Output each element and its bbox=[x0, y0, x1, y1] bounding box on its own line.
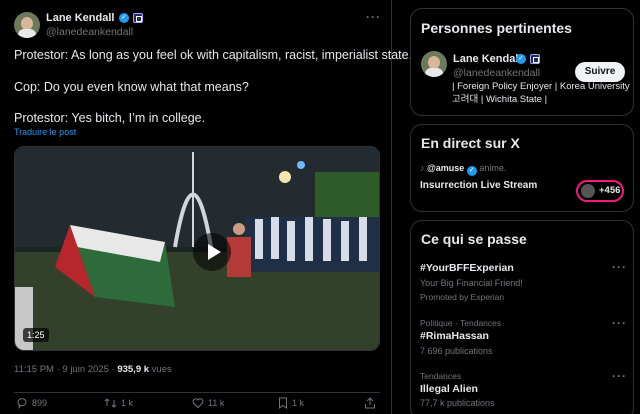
author-handle[interactable]: @lanedeankendall bbox=[46, 26, 133, 38]
verified-badge-icon: ✓ bbox=[119, 13, 129, 23]
post-column: Lane Kendall ✓ @lanedeankendall ··· Prot… bbox=[0, 0, 412, 414]
live-host[interactable]: ♪ @amuse ✓ anime. bbox=[420, 163, 507, 176]
trend-context: Politique · Tendances bbox=[420, 318, 502, 328]
post-meta: 11:15 PM · 9 juin 2025 · 935,9 k vues bbox=[14, 364, 172, 375]
verified-badge-icon: ✓ bbox=[516, 54, 526, 64]
share-icon bbox=[365, 397, 375, 409]
reply-count: 899 bbox=[32, 398, 48, 408]
bookmark-button[interactable]: 1 k bbox=[278, 397, 304, 409]
post-text-line-3: Protestor: Yes bitch, I’m in college. bbox=[14, 111, 206, 125]
relevant-avatar[interactable] bbox=[421, 51, 447, 77]
heart-icon bbox=[192, 398, 204, 409]
author-name[interactable]: Lane Kendall bbox=[46, 12, 114, 24]
relevant-handle[interactable]: @lanedeankendall bbox=[453, 67, 540, 79]
live-listeners-badge[interactable]: +456 bbox=[576, 180, 624, 202]
trends-title: Ce qui se passe bbox=[421, 231, 527, 247]
author-avatar[interactable] bbox=[14, 12, 40, 38]
affiliation-badge-icon[interactable] bbox=[133, 13, 143, 23]
repost-count: 1 k bbox=[121, 398, 134, 408]
relevant-name[interactable]: Lane Kendall bbox=[453, 53, 521, 65]
trend-subtitle: 7 696 publications bbox=[420, 346, 493, 356]
live-host-handle: @amuse bbox=[427, 163, 465, 173]
live-title: En direct sur X bbox=[421, 135, 520, 151]
follow-button[interactable]: Suivre bbox=[575, 62, 625, 82]
trend-context: Tendances bbox=[420, 371, 462, 381]
live-stream-title[interactable]: Insurrection Live Stream bbox=[420, 180, 537, 191]
bookmark-icon bbox=[279, 397, 287, 409]
like-count: 11 k bbox=[208, 398, 225, 408]
translate-link[interactable]: Traduire le post bbox=[14, 127, 76, 137]
post-timestamp[interactable]: 11:15 PM · 9 juin 2025 · bbox=[14, 364, 115, 375]
like-button[interactable]: 11 k bbox=[192, 397, 224, 409]
play-icon[interactable] bbox=[193, 233, 231, 271]
live-listeners-count: +456 bbox=[599, 185, 621, 196]
video-player[interactable]: 1:25 bbox=[14, 146, 380, 351]
trend-name: Illegal Alien bbox=[420, 383, 478, 395]
verified-badge-icon: ✓ bbox=[466, 166, 477, 176]
listener-avatar bbox=[581, 184, 595, 198]
share-button[interactable] bbox=[364, 397, 380, 409]
relevant-people-title: Personnes pertinentes bbox=[421, 20, 572, 36]
affiliation-badge-icon[interactable] bbox=[530, 54, 540, 64]
repost-button[interactable]: 1 k bbox=[104, 397, 133, 409]
relevant-bio: | Foreign Policy Enjoyer | Korea Univers… bbox=[452, 81, 630, 105]
reply-icon bbox=[17, 398, 27, 410]
trend-promoted: Promoted by Experian bbox=[420, 292, 505, 302]
repost-icon bbox=[104, 398, 117, 408]
more-options-icon[interactable]: ··· bbox=[366, 10, 381, 24]
trend-name: #YourBFFExperian bbox=[420, 262, 514, 274]
more-options-icon[interactable]: ··· bbox=[612, 316, 627, 330]
more-options-icon[interactable]: ··· bbox=[612, 260, 627, 274]
views-count: 935,9 k bbox=[117, 364, 150, 375]
trend-name: #RimaHassan bbox=[420, 330, 489, 342]
views-label: vues bbox=[151, 364, 172, 375]
bookmark-count: 1 k bbox=[292, 398, 305, 408]
trend-subtitle: Your Big Financial Friend! bbox=[420, 278, 523, 288]
trend-subtitle: 77,7 k publications bbox=[420, 398, 495, 408]
live-host-icon: ♪ bbox=[420, 163, 425, 173]
reply-button[interactable]: 899 bbox=[16, 397, 48, 410]
post-text-line-1: Protestor: As long as you feel ok with c… bbox=[14, 48, 413, 62]
video-duration: 1:25 bbox=[23, 328, 49, 342]
post-actions: 899 1 k 11 k 1 k bbox=[14, 392, 380, 412]
live-host-status: anime. bbox=[479, 163, 507, 173]
more-options-icon[interactable]: ··· bbox=[612, 369, 627, 383]
post-text-line-2: Cop: Do you even know what that means? bbox=[14, 80, 249, 94]
